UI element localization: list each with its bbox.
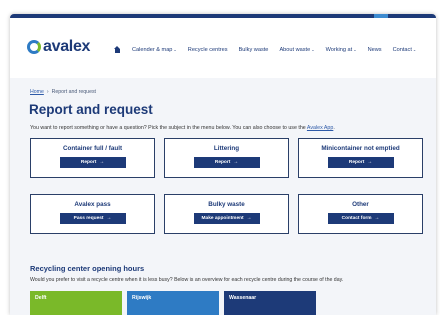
arrow-right-icon: → <box>367 160 373 165</box>
card-title: Avalex pass <box>74 201 111 208</box>
chevron-down-icon: ⌄ <box>412 46 417 52</box>
nav-item-calendar[interactable]: Calender & map⌄ <box>132 47 177 53</box>
logo-text: avalex <box>43 38 91 55</box>
report-button[interactable]: Report → <box>327 157 394 168</box>
nav-menu: Calender & map⌄ Recycle centres Bulky wa… <box>114 46 427 53</box>
logo-ring-icon <box>27 40 41 54</box>
arrow-right-icon: → <box>99 160 105 165</box>
page-title: Report and request <box>29 102 153 117</box>
tile-label: Delft <box>35 295 47 301</box>
recycling-section-subtitle: Would you prefer to visit a recycle cent… <box>30 277 344 283</box>
card-avalex-pass: Avalex pass Pass request → <box>30 194 155 234</box>
tile-label: Rijswijk <box>132 295 152 301</box>
pass-request-button[interactable]: Pass request → <box>59 213 126 224</box>
card-title: Littering <box>213 145 240 152</box>
card-title: Container full / fault <box>62 145 123 152</box>
breadcrumb-current: Report and request <box>51 89 96 95</box>
report-button[interactable]: Report → <box>59 157 126 168</box>
card-minicontainer: Minicontainer not emptied Report → <box>298 138 423 178</box>
card-bulky-waste: Bulky waste Make appointment → <box>164 194 289 234</box>
recycle-centre-tile-rijswijk[interactable]: Rijswijk <box>127 291 219 315</box>
card-other: Other Contact form → <box>298 194 423 234</box>
avalex-logo[interactable]: avalex <box>27 38 90 56</box>
nav-item-bulky-waste[interactable]: Bulky waste <box>239 47 269 53</box>
breadcrumb: Home › Report and request <box>30 89 96 95</box>
make-appointment-button[interactable]: Make appointment → <box>193 213 260 224</box>
arrow-right-icon: → <box>374 216 380 221</box>
chevron-down-icon: ⌄ <box>353 46 357 52</box>
chevron-down-icon: ⌄ <box>173 46 177 52</box>
chevron-down-icon: ⌄ <box>311 46 315 52</box>
card-container-full: Container full / fault Report → <box>30 138 155 178</box>
card-littering: Littering Report → <box>164 138 289 178</box>
arrow-right-icon: → <box>106 216 112 221</box>
avalex-app-link[interactable]: Avalex App <box>307 125 333 131</box>
nav-item-contact[interactable]: Contact⌄ <box>393 47 417 53</box>
nav-item-working-at[interactable]: Working at⌄ <box>326 47 357 53</box>
breadcrumb-separator: › <box>46 89 49 95</box>
tile-label: Wassenaar <box>229 295 257 301</box>
nav-item-about-waste[interactable]: About waste⌄ <box>279 47 314 53</box>
card-title: Minicontainer not emptied <box>321 145 400 152</box>
recycle-centre-tile-delft[interactable]: Delft <box>30 291 122 315</box>
home-icon[interactable] <box>114 46 121 53</box>
nav-item-recycle-centres[interactable]: Recycle centres <box>188 47 228 53</box>
breadcrumb-home-link[interactable]: Home <box>30 89 44 95</box>
arrow-right-icon: → <box>246 216 252 221</box>
arrow-right-icon: → <box>233 160 239 165</box>
page-intro: You want to report something or have a q… <box>30 125 335 131</box>
card-title: Bulky waste <box>208 201 245 208</box>
report-button[interactable]: Report → <box>193 157 260 168</box>
main-navigation: avalex Calender & map⌄ Recycle centres B… <box>10 18 436 78</box>
recycle-centre-tile-wassenaar[interactable]: Wassenaar <box>224 291 316 315</box>
card-title: Other <box>352 201 369 208</box>
nav-item-news[interactable]: News <box>368 47 382 53</box>
browser-viewport: avalex Calender & map⌄ Recycle centres B… <box>10 14 436 315</box>
recycling-section-title: Recycling center opening hours <box>30 264 145 273</box>
contact-form-button[interactable]: Contact form → <box>327 213 394 224</box>
